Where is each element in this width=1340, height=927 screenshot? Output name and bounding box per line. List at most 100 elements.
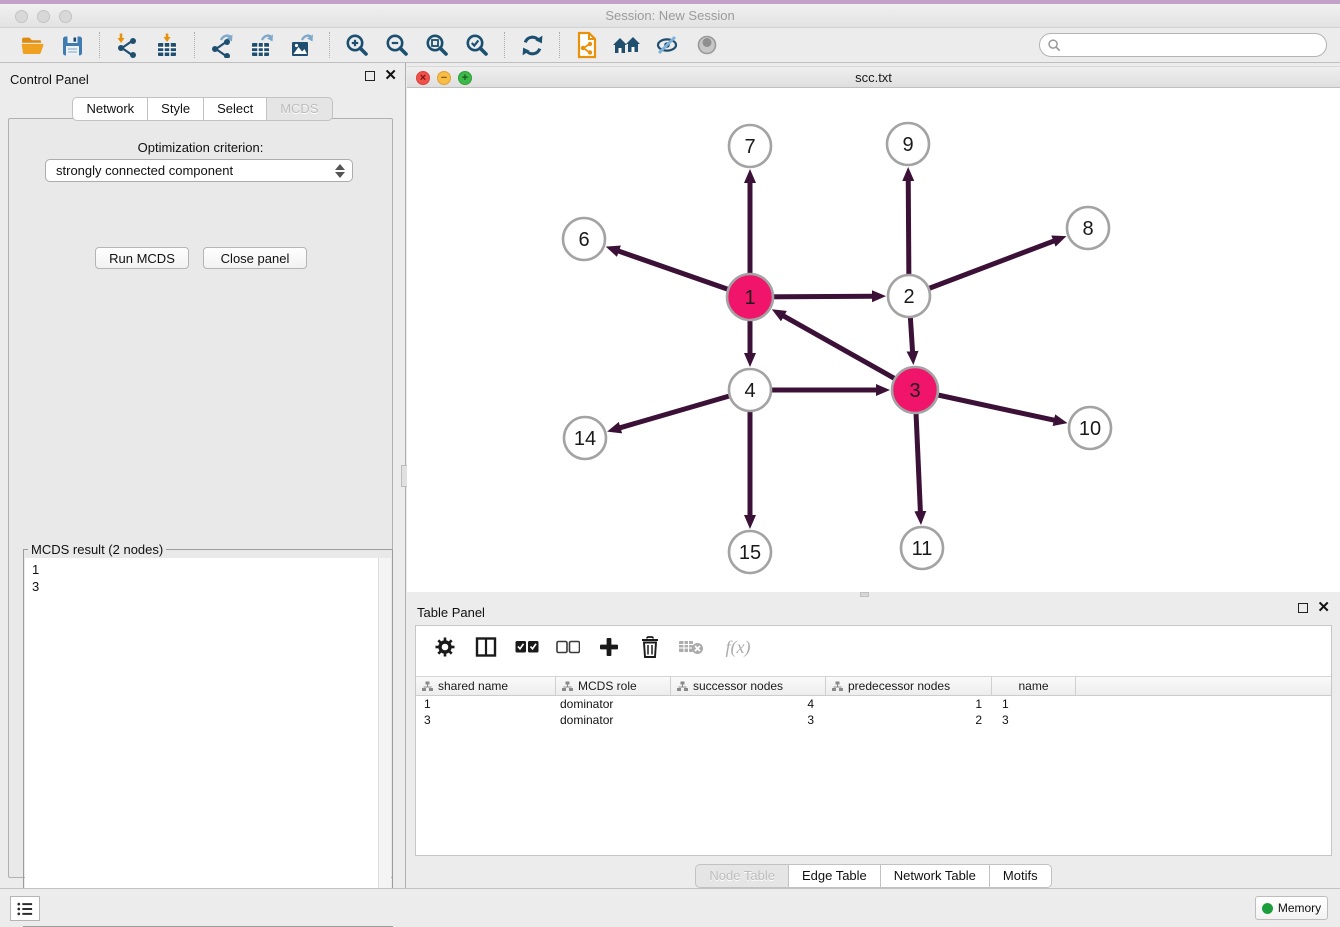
open-session-button[interactable] [12, 30, 52, 60]
tab-network-table[interactable]: Network Table [880, 864, 990, 888]
export-network-button[interactable] [202, 30, 242, 60]
network-graph[interactable]: 7968124314101511 [407, 88, 1340, 592]
close-panel-button[interactable]: Close panel [203, 247, 307, 269]
table-row[interactable]: 3dominator323 [416, 713, 1331, 729]
control-panel: Control Panel ✕ Network Style Select MCD… [0, 63, 405, 888]
toolbar-separator [329, 32, 330, 58]
home-button[interactable] [607, 30, 647, 60]
search-box[interactable] [1039, 33, 1327, 57]
export-table-button[interactable] [242, 30, 282, 60]
graph-node-label: 11 [912, 538, 933, 560]
tab-motifs[interactable]: Motifs [989, 864, 1052, 888]
close-table-panel-icon[interactable]: ✕ [1317, 602, 1330, 614]
tab-network[interactable]: Network [72, 97, 148, 121]
graph-edge-2-8[interactable] [909, 241, 1054, 296]
memory-button[interactable]: Memory [1255, 896, 1328, 920]
checked-boxes-icon [515, 640, 539, 654]
hide-panel-button[interactable] [647, 30, 687, 60]
import-table-button[interactable] [147, 30, 187, 60]
optimization-criterion-select[interactable]: strongly connected component [45, 159, 353, 182]
graph-node-label: 10 [1079, 418, 1101, 440]
table-panel: Table Panel ✕ [407, 596, 1340, 888]
tab-mcds[interactable]: MCDS [266, 97, 332, 121]
zoom-selected-button[interactable] [457, 30, 497, 60]
select-spinner-icon [334, 163, 346, 179]
show-columns-button[interactable] [473, 634, 499, 660]
graph-node-label: 6 [578, 229, 589, 251]
tab-node-table[interactable]: Node Table [695, 864, 789, 888]
float-panel-icon[interactable] [365, 71, 375, 81]
column-label: shared name [438, 679, 508, 693]
close-panel-icon[interactable]: ✕ [384, 70, 397, 82]
float-table-panel-icon[interactable] [1298, 603, 1308, 613]
column-header-successor-nodes[interactable]: successor nodes [671, 677, 826, 695]
zoom-fit-button[interactable] [417, 30, 457, 60]
run-mcds-button[interactable]: Run MCDS [95, 247, 189, 269]
network-window-title: scc.txt [407, 70, 1340, 85]
node-table: f(x) shared name MCDS role successor nod… [415, 625, 1332, 856]
search-input[interactable] [1062, 36, 1326, 54]
zoom-in-button[interactable] [337, 30, 377, 60]
titlebar[interactable]: Session: New Session [0, 4, 1340, 28]
import-network-button[interactable] [107, 30, 147, 60]
table-panel-header: Table Panel ✕ [407, 596, 1340, 622]
function-builder-button[interactable]: f(x) [719, 634, 757, 660]
table-body: 1dominator4113dominator323 [416, 697, 1331, 729]
memory-label: Memory [1278, 901, 1321, 915]
column-header-name[interactable]: name [992, 677, 1076, 695]
zoom-out-button[interactable] [377, 30, 417, 60]
optimization-criterion-label: Optimization criterion: [9, 140, 392, 155]
mcds-result-text[interactable]: 1 3 [25, 558, 391, 925]
network-view-window: × − + scc.txt 7968124314101511 [407, 66, 1340, 592]
save-session-button[interactable] [52, 30, 92, 60]
column-header-shared-name[interactable]: shared name [416, 677, 556, 695]
apply-layout-button[interactable] [512, 30, 552, 60]
memory-status-icon [1262, 903, 1273, 914]
table-row[interactable]: 1dominator411 [416, 697, 1331, 713]
graph-node-label: 3 [909, 380, 920, 402]
table-tabs: Node Table Edge Table Network Table Moti… [407, 864, 1340, 888]
export-image-button[interactable] [282, 30, 322, 60]
window-title: Session: New Session [0, 8, 1340, 23]
hierarchy-icon [677, 681, 688, 692]
eye-icon [694, 32, 720, 58]
show-task-history-button[interactable] [10, 896, 40, 921]
gear-icon [434, 636, 456, 658]
table-cell: 3 [671, 713, 826, 729]
toolbar-separator [194, 32, 195, 58]
toolbar-separator [504, 32, 505, 58]
home-icon [612, 33, 642, 57]
graph-node-label: 2 [903, 286, 914, 308]
mcds-result-legend: MCDS result (2 nodes) [28, 542, 166, 557]
toolbar-separator [99, 32, 100, 58]
mcds-result-group: MCDS result (2 nodes) 1 3 [23, 549, 393, 927]
select-all-columns-button[interactable] [514, 634, 540, 660]
table-cell: 1 [416, 697, 556, 713]
network-canvas[interactable]: 7968124314101511 [407, 88, 1340, 592]
column-label: MCDS role [578, 679, 637, 693]
graph-node-label: 15 [739, 542, 761, 564]
deselect-all-columns-button[interactable] [555, 634, 581, 660]
eye-slash-icon [654, 32, 680, 58]
hierarchy-icon [422, 681, 433, 692]
network-window-titlebar[interactable]: × − + scc.txt [407, 66, 1340, 88]
graph-node-label: 9 [902, 134, 913, 156]
network-file-icon [574, 31, 600, 59]
delete-table-button[interactable] [678, 634, 704, 660]
tab-edge-table[interactable]: Edge Table [788, 864, 881, 888]
open-network-file-button[interactable] [567, 30, 607, 60]
result-scrollbar[interactable] [378, 558, 391, 925]
column-header-predecessor-nodes[interactable]: predecessor nodes [826, 677, 992, 695]
export-table-icon [249, 32, 275, 58]
tab-select[interactable]: Select [203, 97, 267, 121]
column-header-mcds-role[interactable]: MCDS role [556, 677, 671, 695]
show-panel-button[interactable] [687, 30, 727, 60]
control-panel-title: Control Panel [10, 72, 89, 87]
graph-node-label: 7 [744, 136, 755, 158]
delete-column-button[interactable] [637, 634, 663, 660]
trash-icon [640, 636, 660, 658]
tab-style[interactable]: Style [147, 97, 204, 121]
add-column-button[interactable] [596, 634, 622, 660]
export-network-icon [209, 32, 235, 58]
table-settings-button[interactable] [432, 634, 458, 660]
